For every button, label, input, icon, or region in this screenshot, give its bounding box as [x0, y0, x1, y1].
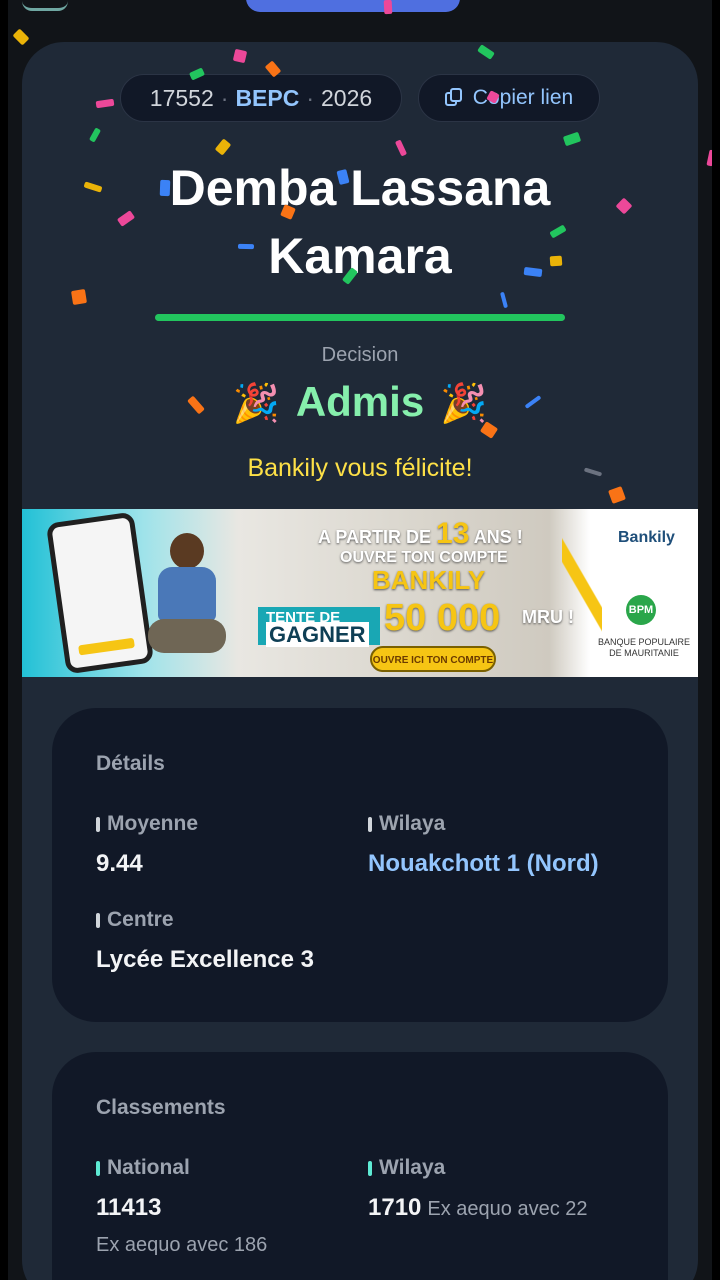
label-marker: [96, 816, 100, 832]
exam-year: 2026: [321, 84, 373, 111]
national-rank-field: National 11413 Ex aequo avec 186: [96, 1156, 267, 1257]
moyenne-value: 9.44: [96, 850, 143, 877]
result-progress-fill: [155, 314, 565, 321]
wilaya-label: Wilaya: [379, 812, 446, 835]
candidate-number: 17552: [149, 84, 214, 111]
copy-icon: [444, 88, 463, 108]
decision-text: Admis: [295, 378, 425, 425]
wilaya-rank-row: 1710 Ex aequo avec 22: [368, 1194, 588, 1222]
separator-dot: ·: [306, 84, 315, 111]
national-ex-aequo: Ex aequo avec 186: [96, 1234, 268, 1256]
candidate-id-chip: 17552 · BEPC · 2026: [120, 74, 402, 122]
kid-illustration: [148, 533, 226, 669]
banner-amount: 50 000: [384, 597, 501, 639]
copy-link-button[interactable]: Copier lien: [418, 74, 600, 122]
decision-value: 🎉 Admis 🎉: [22, 378, 698, 426]
confetti-piece: [12, 28, 30, 46]
bankily-logo: Bankily: [618, 529, 675, 546]
wilaya-rank-value: 1710: [368, 1194, 422, 1221]
details-title: Détails: [96, 752, 165, 775]
bpm-logo: BPM: [626, 595, 656, 625]
centre-label: Centre: [107, 908, 174, 931]
exam-name: BEPC: [235, 84, 300, 111]
confetti-piece: [706, 149, 712, 167]
result-card: 17552 · BEPC · 2026 Copier lien Demba La…: [22, 42, 698, 1280]
wilaya-rank-label: Wilaya: [379, 1156, 446, 1179]
label-marker: [368, 816, 372, 832]
centre-value: Lycée Excellence 3: [96, 946, 314, 973]
label-marker: [368, 1160, 372, 1176]
candidate-name: Demba Lassana Kamara: [22, 154, 698, 290]
wilaya-link[interactable]: Nouakchott 1 (Nord): [368, 850, 599, 878]
party-popper-icon: 🎉: [440, 383, 488, 425]
wilaya-ex-aequo: Ex aequo avec 22: [427, 1198, 588, 1220]
banner-cta-button[interactable]: OUVRE ICI TON COMPTE: [370, 646, 496, 672]
moyenne-field: Moyenne 9.44: [96, 812, 198, 878]
wilaya-field: Wilaya Nouakchott 1 (Nord): [368, 812, 599, 878]
banner-bankily-text: BANKILY: [372, 565, 486, 595]
label-marker: [96, 912, 100, 928]
centre-field: Centre Lycée Excellence 3: [96, 908, 314, 974]
bankily-ad-banner[interactable]: A PARTIR DE 13 ANS ! OUVRE TON COMPTE BA…: [22, 509, 698, 677]
candidate-name-line1: Demba Lassana: [169, 160, 551, 216]
banner-age-line: A PARTIR DE 13 ANS !: [318, 517, 523, 550]
rankings-title: Classements: [96, 1096, 226, 1119]
congrats-message: Bankily vous félicite!: [247, 454, 473, 482]
result-progress-bar: [155, 314, 565, 321]
app-logo: [22, 0, 68, 11]
national-rank-value: 11413: [96, 1194, 162, 1221]
decision-label: Decision: [321, 344, 399, 366]
separator-dot: ·: [220, 84, 229, 111]
bank-name: BANQUE POPULAIRE DE MAURITANIE: [597, 637, 691, 658]
top-action-button[interactable]: [246, 0, 460, 12]
moyenne-label: Moyenne: [107, 812, 199, 835]
wilaya-rank-field: Wilaya 1710 Ex aequo avec 22: [368, 1156, 588, 1222]
banner-tente-label: TENTE DE GAGNER: [258, 607, 380, 647]
phone-illustration: [45, 511, 155, 675]
candidate-name-line2: Kamara: [268, 228, 452, 284]
party-popper-icon: 🎉: [232, 383, 280, 425]
rankings-panel: Classements National 11413 Ex aequo avec…: [52, 1052, 668, 1280]
result-page: 17552 · BEPC · 2026 Copier lien Demba La…: [8, 0, 712, 1280]
copy-link-label: Copier lien: [472, 86, 574, 109]
national-label: National: [107, 1156, 190, 1179]
label-marker: [96, 1160, 100, 1176]
details-panel: Détails Moyenne 9.44 Wilaya Nouakchott 1…: [52, 708, 668, 1022]
